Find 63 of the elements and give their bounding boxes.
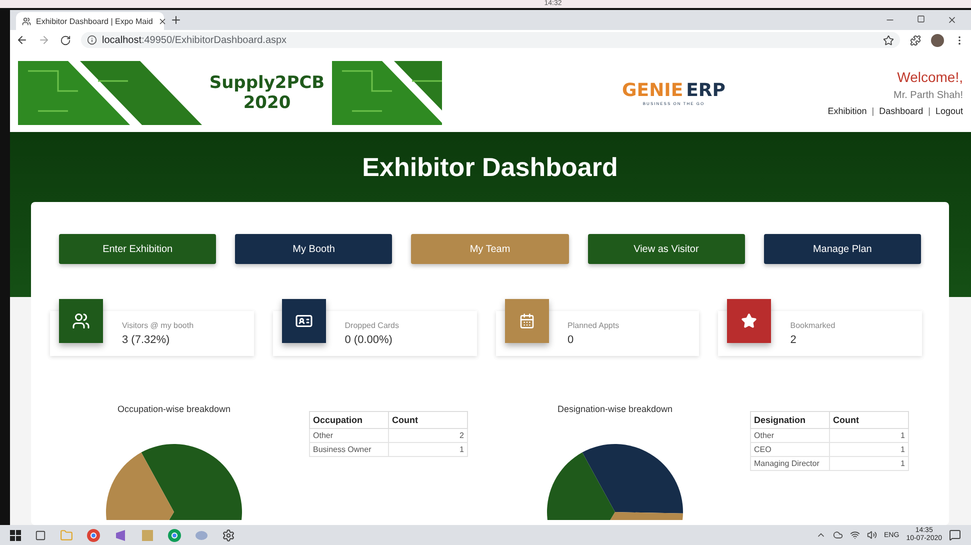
info-icon[interactable] <box>87 35 97 45</box>
start-icon[interactable] <box>10 530 21 540</box>
extensions-icon[interactable] <box>910 34 921 46</box>
wifi-icon[interactable] <box>850 530 860 540</box>
stat-label: Dropped Cards <box>344 321 400 330</box>
browser-app-icon[interactable] <box>87 528 100 542</box>
action-button[interactable]: Manage Plan <box>764 234 922 264</box>
stat-label: Planned Appts <box>568 321 620 330</box>
settings-icon[interactable] <box>222 528 235 542</box>
people-icon <box>72 312 90 330</box>
column-header: Designation <box>750 412 830 428</box>
action-button[interactable]: View as Visitor <box>588 234 745 264</box>
browser-app-icon[interactable] <box>168 528 181 542</box>
close-icon[interactable] <box>947 15 957 25</box>
table-cell: Other <box>750 428 830 442</box>
stat-label: Visitors @ my booth <box>122 321 195 330</box>
task-view-icon[interactable] <box>35 530 46 540</box>
column-header: Occupation <box>310 412 388 428</box>
table-cell: 2 <box>388 428 468 442</box>
stat-value: 3 (7.32%) <box>122 334 171 346</box>
action-button[interactable]: My Booth <box>235 234 392 264</box>
nav-link[interactable]: Logout <box>935 106 963 116</box>
table-cell: 1 <box>830 442 908 456</box>
stat-value: 0 (0.00%) <box>344 334 394 346</box>
bookmark-star-icon[interactable] <box>883 34 894 46</box>
browser-tab[interactable]: Exhibitor Dashboard | Expo Maid <box>16 12 164 30</box>
column-header: Count <box>830 412 908 428</box>
notifications-icon[interactable] <box>949 529 961 541</box>
chart-title: Designation-wise breakdown <box>557 404 673 414</box>
new-tab-icon[interactable] <box>170 14 182 26</box>
stat-value: 0 <box>568 334 575 346</box>
star-icon <box>741 313 758 329</box>
back-icon[interactable] <box>16 34 28 46</box>
close-icon[interactable] <box>158 16 167 26</box>
avatar-circle-icon[interactable] <box>931 34 944 46</box>
volume-icon[interactable] <box>867 530 878 540</box>
table-cell: Managing Director <box>750 456 830 470</box>
table-cell: 1 <box>830 428 908 442</box>
link-separator: | <box>928 106 930 116</box>
table-cell: 1 <box>830 456 908 470</box>
stat-value: 2 <box>790 334 798 346</box>
table-cell: 1 <box>388 442 468 456</box>
page-title: Exhibitor Dashboard <box>361 150 619 184</box>
nav-link[interactable]: Dashboard <box>879 106 924 116</box>
restore-icon[interactable] <box>917 15 925 25</box>
table-cell: Business Owner <box>310 442 388 456</box>
welcome-text: Welcome!, <box>897 69 963 85</box>
table-cell: CEO <box>750 442 830 456</box>
calendar-icon <box>518 313 534 329</box>
event-title: Supply2PCB 2020 <box>208 72 326 112</box>
cloud-icon[interactable] <box>833 530 844 540</box>
link-separator: | <box>872 106 874 116</box>
reload-icon[interactable] <box>60 34 71 46</box>
stat-label: Bookmarked <box>790 321 836 330</box>
action-button[interactable]: Enter Exhibition <box>59 234 216 264</box>
nav-link[interactable]: Exhibition <box>828 106 867 116</box>
id-card-icon <box>294 312 313 330</box>
address-field[interactable]: localhost:49950/ExhibitorDashboard.aspx <box>81 32 900 48</box>
table-cell: Other <box>310 428 388 442</box>
site-favicon-icon <box>22 16 31 26</box>
chart-title: Occupation-wise breakdown <box>117 404 231 414</box>
user-name: Mr. Parth Shah! <box>894 90 963 101</box>
column-header: Count <box>388 412 468 428</box>
